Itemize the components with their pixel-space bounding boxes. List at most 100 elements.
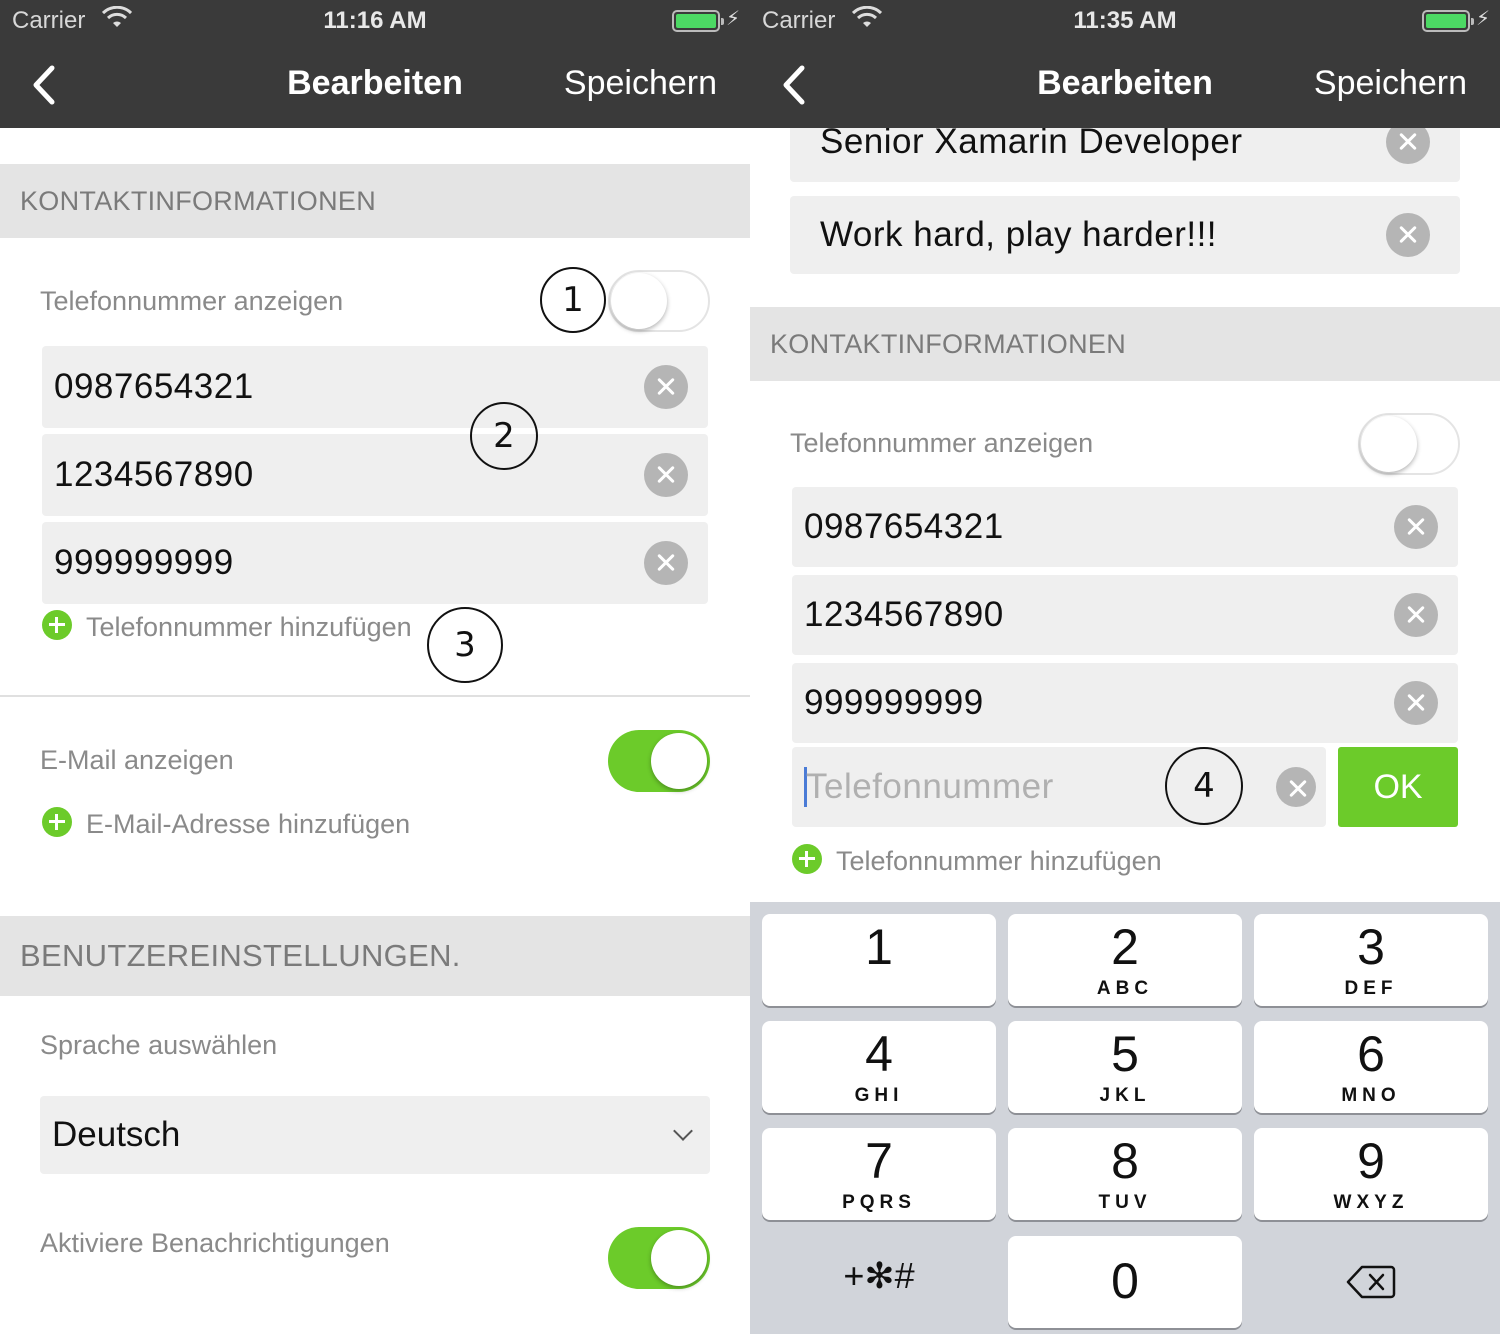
key-digit: 8 bbox=[1111, 1133, 1139, 1189]
key-5[interactable]: 5 JKL bbox=[1008, 1021, 1242, 1113]
key-2[interactable]: 2 ABC bbox=[1008, 914, 1242, 1006]
nav-bar: Bearbeiten Speichern bbox=[0, 40, 750, 128]
chevron-down-icon bbox=[673, 1121, 693, 1141]
form-content: Senior Xamarin Developer Work hard, play… bbox=[750, 128, 1500, 902]
clear-icon[interactable] bbox=[1394, 593, 1438, 637]
key-1[interactable]: 1 bbox=[762, 914, 996, 1006]
add-phone-label: Telefonnummer hinzufügen bbox=[836, 846, 1162, 876]
callout-marker: 3 bbox=[427, 607, 503, 683]
add-phone-link[interactable]: Telefonnummer hinzufügen bbox=[792, 844, 1162, 877]
new-phone-placeholder: Telefonnummer bbox=[806, 767, 1054, 806]
key-backspace[interactable] bbox=[1254, 1236, 1488, 1328]
key-3[interactable]: 3 DEF bbox=[1254, 914, 1488, 1006]
key-digit: 3 bbox=[1357, 919, 1385, 975]
phone-field[interactable]: 0987654321 bbox=[42, 346, 708, 428]
phone-value: 0987654321 bbox=[804, 507, 1004, 546]
status-bar: Carrier 11:35 AM ⚡ bbox=[750, 0, 1500, 40]
key-6[interactable]: 6 MNO bbox=[1254, 1021, 1488, 1113]
show-phone-toggle[interactable] bbox=[1358, 413, 1460, 475]
charging-icon: ⚡ bbox=[1475, 8, 1490, 30]
phone-value: 999999999 bbox=[54, 543, 234, 582]
language-select[interactable]: Deutsch bbox=[40, 1096, 710, 1174]
key-letters: TUV bbox=[1098, 1192, 1152, 1213]
save-button[interactable]: Speichern bbox=[564, 64, 717, 103]
add-phone-label: Telefonnummer hinzufügen bbox=[86, 612, 412, 642]
notifications-label: Aktiviere Benachrichtigungen bbox=[40, 1228, 390, 1258]
divider bbox=[0, 695, 750, 697]
show-phone-label: Telefonnummer anzeigen bbox=[790, 428, 1094, 458]
key-symbols-label: +✻# bbox=[843, 1255, 915, 1296]
phone-field[interactable]: 0987654321 bbox=[792, 487, 1458, 567]
toggle-knob bbox=[651, 1230, 707, 1286]
callout-marker: 2 bbox=[470, 402, 538, 470]
save-button[interactable]: Speichern bbox=[1314, 64, 1467, 103]
new-phone-input[interactable]: Telefonnummer bbox=[792, 747, 1326, 827]
key-9[interactable]: 9 WXYZ bbox=[1254, 1128, 1488, 1220]
add-icon bbox=[792, 844, 822, 874]
clear-icon[interactable] bbox=[1386, 128, 1430, 164]
key-letters: GHI bbox=[854, 1085, 904, 1106]
backspace-icon bbox=[1346, 1265, 1396, 1299]
notifications-toggle[interactable] bbox=[608, 1227, 710, 1289]
key-7[interactable]: 7 PQRS bbox=[762, 1128, 996, 1220]
key-letters: DEF bbox=[1344, 978, 1398, 999]
clock: 11:16 AM bbox=[323, 7, 427, 34]
add-icon bbox=[42, 610, 72, 640]
clear-icon[interactable] bbox=[1394, 505, 1438, 549]
key-8[interactable]: 8 TUV bbox=[1008, 1128, 1242, 1220]
phone-value: 1234567890 bbox=[54, 455, 254, 494]
language-value: Deutsch bbox=[52, 1115, 181, 1154]
toggle-knob bbox=[651, 733, 707, 789]
motto-value: Work hard, play harder!!! bbox=[820, 215, 1218, 254]
toggle-knob bbox=[1361, 416, 1417, 472]
status-bar: Carrier 11:16 AM ⚡ bbox=[0, 0, 750, 40]
clear-icon[interactable] bbox=[1386, 213, 1430, 257]
nav-bar: Bearbeiten Speichern bbox=[750, 40, 1500, 128]
language-label: Sprache auswählen bbox=[40, 1030, 278, 1060]
phone-field[interactable]: 999999999 bbox=[792, 663, 1458, 743]
motto-field[interactable]: Work hard, play harder!!! bbox=[790, 196, 1460, 274]
key-digit: 4 bbox=[865, 1026, 893, 1082]
charging-icon: ⚡ bbox=[725, 8, 740, 30]
phone-value: 999999999 bbox=[804, 683, 984, 722]
show-phone-label: Telefonnummer anzeigen bbox=[40, 286, 344, 316]
clear-icon[interactable] bbox=[644, 365, 688, 409]
key-4[interactable]: 4 GHI bbox=[762, 1021, 996, 1113]
ok-button[interactable]: OK bbox=[1338, 747, 1458, 827]
show-email-toggle[interactable] bbox=[608, 730, 710, 792]
phone-field[interactable]: 999999999 bbox=[42, 522, 708, 604]
key-letters: JKL bbox=[1099, 1085, 1151, 1106]
key-digit: 2 bbox=[1111, 919, 1139, 975]
add-phone-link[interactable]: Telefonnummer hinzufügen bbox=[42, 610, 412, 643]
key-symbols[interactable]: +✻# bbox=[762, 1236, 996, 1328]
key-digit: 0 bbox=[1111, 1253, 1139, 1309]
phone-value: 0987654321 bbox=[54, 367, 254, 406]
phone-field[interactable]: 1234567890 bbox=[792, 575, 1458, 655]
clock: 11:35 AM bbox=[1073, 7, 1177, 34]
add-email-link[interactable]: E-Mail-Adresse hinzufügen bbox=[42, 807, 410, 840]
key-letters: ABC bbox=[1096, 978, 1154, 999]
screen-left: Carrier 11:16 AM ⚡ Bearbeiten Speichern … bbox=[0, 0, 750, 1334]
key-digit: 1 bbox=[865, 919, 893, 975]
key-0[interactable]: 0 bbox=[1008, 1236, 1242, 1328]
callout-marker: 1 bbox=[540, 267, 606, 333]
clear-icon[interactable] bbox=[1276, 767, 1316, 807]
battery-icon bbox=[672, 10, 724, 32]
clear-icon[interactable] bbox=[644, 541, 688, 585]
key-letters: WXYZ bbox=[1333, 1192, 1409, 1213]
key-letters: MNO bbox=[1341, 1085, 1401, 1106]
section-header-settings: BENUTZEREINSTELLUNGEN. bbox=[0, 916, 750, 996]
add-email-label: E-Mail-Adresse hinzufügen bbox=[86, 809, 411, 839]
clear-icon[interactable] bbox=[644, 453, 688, 497]
phone-value: 1234567890 bbox=[804, 595, 1004, 634]
callout-marker: 4 bbox=[1165, 747, 1243, 825]
key-digit: 6 bbox=[1357, 1026, 1385, 1082]
show-phone-toggle[interactable] bbox=[608, 270, 710, 332]
phone-field[interactable]: 1234567890 bbox=[42, 434, 708, 516]
clear-icon[interactable] bbox=[1394, 681, 1438, 725]
key-digit: 5 bbox=[1111, 1026, 1139, 1082]
show-email-label: E-Mail anzeigen bbox=[40, 745, 234, 775]
key-digit: 7 bbox=[865, 1133, 893, 1189]
job-title-field[interactable]: Senior Xamarin Developer bbox=[790, 128, 1460, 182]
key-digit: 9 bbox=[1357, 1133, 1385, 1189]
